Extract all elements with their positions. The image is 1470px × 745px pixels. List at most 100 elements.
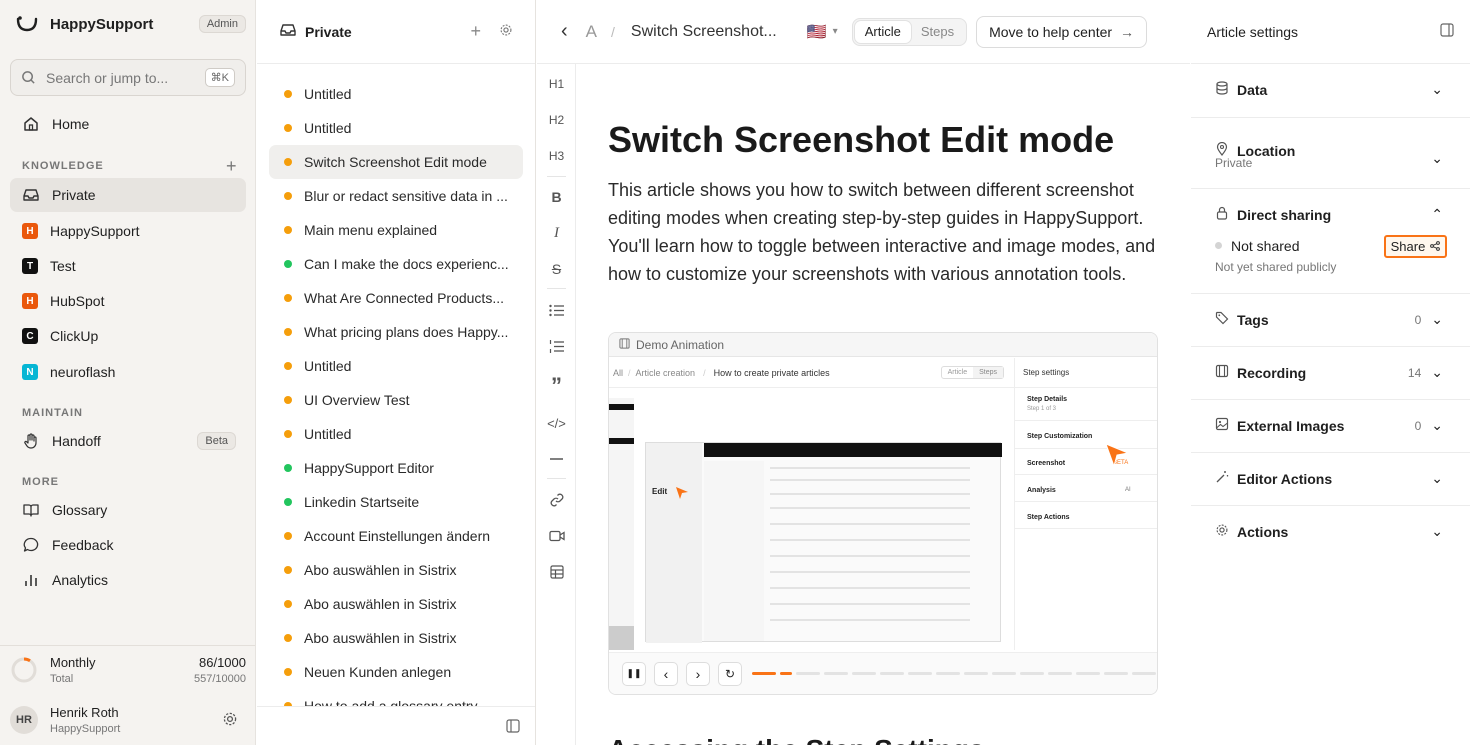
progress-segment[interactable] <box>852 672 876 675</box>
progress-segment[interactable] <box>936 672 960 675</box>
heading3-tool[interactable]: H3 <box>537 144 576 168</box>
chevron-down-icon[interactable]: ▾ <box>833 26 838 37</box>
section-external-images[interactable]: External Images 0 ⌄ <box>1191 400 1470 453</box>
divider-icon[interactable] <box>537 447 576 471</box>
list-item[interactable]: Switch Screenshot Edit mode <box>269 145 523 179</box>
bold-icon[interactable]: B <box>537 185 576 209</box>
chevron-down-icon[interactable]: ⌄ <box>1431 470 1443 487</box>
nav-analytics[interactable]: Analytics <box>10 563 246 597</box>
breadcrumb-title[interactable]: Switch Screenshot... <box>631 23 777 41</box>
space-test[interactable]: T Test <box>10 249 246 283</box>
quote-icon[interactable]: ” <box>537 373 576 398</box>
progress-segment[interactable] <box>1020 672 1044 675</box>
section-tags[interactable]: Tags 0 ⌄ <box>1191 294 1470 347</box>
tab-steps[interactable]: Steps <box>911 21 964 43</box>
list-item[interactable]: Abo auswählen in Sistrix <box>269 553 523 587</box>
nav-handoff[interactable]: Handoff Beta <box>10 424 246 458</box>
add-article-icon[interactable]: + <box>470 21 481 42</box>
list-item[interactable]: Linkedin Startseite <box>269 485 523 519</box>
list-item[interactable]: HappySupport Editor <box>269 451 523 485</box>
strikethrough-icon[interactable]: S <box>537 257 576 281</box>
prev-icon[interactable]: ‹ <box>654 661 678 686</box>
replay-icon[interactable]: ↻ <box>718 661 742 686</box>
list-item[interactable]: Account Einstellungen ändern <box>269 519 523 553</box>
progress-segment[interactable] <box>908 672 932 675</box>
chevron-down-icon[interactable]: ⌄ <box>1431 81 1443 98</box>
search-input[interactable]: Search or jump to... ⌘K <box>10 59 246 96</box>
article-title[interactable]: Switch Screenshot Edit mode <box>608 119 1114 161</box>
list-item[interactable]: Untitled <box>269 349 523 383</box>
list-item[interactable]: Blur or redact sensitive data in ... <box>269 179 523 213</box>
bullet-list-icon[interactable] <box>537 298 576 322</box>
chevron-up-icon[interactable]: ⌃ <box>1431 206 1443 223</box>
chevron-down-icon[interactable]: ⌄ <box>1431 150 1443 167</box>
space-private[interactable]: Private <box>10 178 246 212</box>
section-recording[interactable]: Recording 14 ⌄ <box>1191 347 1470 400</box>
nav-glossary[interactable]: Glossary <box>10 493 246 527</box>
section-location[interactable]: Location ⌄ Private <box>1191 118 1470 189</box>
list-item[interactable]: What Are Connected Products... <box>269 281 523 315</box>
list-item[interactable]: Can I make the docs experienc... <box>269 247 523 281</box>
progress-segment[interactable] <box>1132 672 1156 675</box>
progress-segment[interactable] <box>796 672 820 675</box>
chevron-down-icon[interactable]: ⌄ <box>1431 417 1443 434</box>
list-item[interactable]: Abo auswählen in Sistrix <box>269 621 523 655</box>
progress-segment[interactable] <box>780 672 792 675</box>
next-section-heading[interactable]: Accessing the Step Settings <box>608 734 985 745</box>
heading1-tool[interactable]: H1 <box>537 72 576 96</box>
chevron-down-icon[interactable]: ⌄ <box>1431 523 1443 540</box>
link-icon[interactable] <box>537 488 576 512</box>
progress-segment[interactable] <box>880 672 904 675</box>
back-chevron-icon[interactable]: ‹ <box>561 20 568 43</box>
progress-segment[interactable] <box>1104 672 1128 675</box>
progress-segment[interactable] <box>824 672 848 675</box>
user-menu[interactable]: HR Henrik Roth HappySupport <box>10 700 246 740</box>
section-actions[interactable]: Actions ⌄ <box>1191 506 1470 559</box>
chevron-down-icon[interactable]: ⌄ <box>1431 311 1443 328</box>
move-to-help-center-button[interactable]: Move to help center → <box>976 15 1148 48</box>
tab-article[interactable]: Article <box>854 20 911 43</box>
progress-segment[interactable] <box>1076 672 1100 675</box>
breadcrumb-root[interactable]: A <box>586 22 597 42</box>
list-item[interactable]: Neuen Kunden anlegen <box>269 655 523 689</box>
list-item[interactable]: Untitled <box>269 77 523 111</box>
share-button[interactable]: Share <box>1384 235 1447 258</box>
nav-feedback[interactable]: Feedback <box>10 528 246 562</box>
list-settings-gear-icon[interactable] <box>499 23 513 40</box>
space-neuroflash[interactable]: N neuroflash <box>10 355 246 389</box>
article-intro[interactable]: This article shows you how to switch bet… <box>608 176 1160 288</box>
numbered-list-icon[interactable] <box>537 334 576 358</box>
space-happysupport[interactable]: H HappySupport <box>10 214 246 248</box>
list-item[interactable]: What pricing plans does Happy... <box>269 315 523 349</box>
nav-home[interactable]: Home <box>10 107 246 141</box>
list-item[interactable]: Abo auswählen in Sistrix <box>269 587 523 621</box>
pause-icon[interactable]: ❚❚ <box>622 661 646 686</box>
progress-segment[interactable] <box>992 672 1016 675</box>
list-item[interactable]: Untitled <box>269 111 523 145</box>
panel-toggle-icon[interactable] <box>1440 23 1454 40</box>
next-icon[interactable]: › <box>686 661 710 686</box>
list-item[interactable]: UI Overview Test <box>269 383 523 417</box>
section-editor-actions[interactable]: Editor Actions ⌄ <box>1191 453 1470 506</box>
chevron-down-icon[interactable]: ⌄ <box>1431 364 1443 381</box>
italic-icon[interactable]: I <box>537 221 576 245</box>
progress-track[interactable] <box>752 672 1156 675</box>
add-space-icon[interactable]: + <box>226 157 237 175</box>
code-icon[interactable]: </> <box>537 411 576 435</box>
space-hubspot[interactable]: H HubSpot <box>10 284 246 318</box>
progress-segment[interactable] <box>1048 672 1072 675</box>
space-clickup[interactable]: C ClickUp <box>10 319 246 353</box>
demo-header: Demo Animation <box>609 333 1157 357</box>
list-item[interactable]: Untitled <box>269 417 523 451</box>
settings-gear-icon[interactable] <box>222 711 238 730</box>
section-data[interactable]: Data ⌄ <box>1191 64 1470 118</box>
heading2-tool[interactable]: H2 <box>537 108 576 132</box>
progress-segment[interactable] <box>752 672 776 675</box>
progress-segment[interactable] <box>964 672 988 675</box>
list-item[interactable]: Main menu explained <box>269 213 523 247</box>
table-icon[interactable] <box>537 560 576 584</box>
language-flag-icon[interactable]: 🇺🇸 <box>807 22 827 42</box>
collapse-panel-icon[interactable] <box>506 719 520 736</box>
video-icon[interactable] <box>537 524 576 548</box>
demo-animation-embed[interactable]: Demo Animation All / Article creation / … <box>608 332 1158 695</box>
